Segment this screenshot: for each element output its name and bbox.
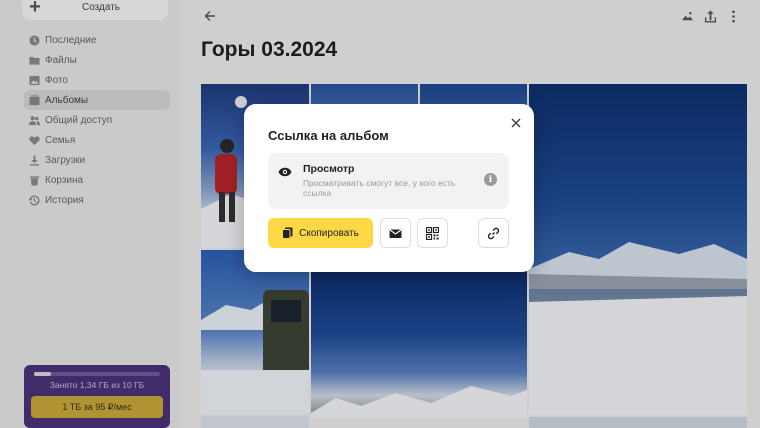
permission-title: Просмотр	[303, 163, 355, 175]
copy-label: Скопировать	[299, 227, 359, 239]
permission-description: Просматривать смогут все, у кого есть сс…	[303, 178, 456, 198]
mail-icon	[389, 229, 402, 238]
open-link-button[interactable]	[478, 218, 509, 248]
copy-link-button[interactable]: Скопировать	[268, 218, 373, 248]
copy-icon	[282, 227, 293, 239]
permission-selector[interactable]: Просмотр Просматривать смогут все, у ког…	[268, 153, 509, 209]
qr-code-icon	[426, 226, 439, 240]
link-icon	[487, 227, 500, 239]
info-icon[interactable]: i	[484, 173, 497, 186]
share-link-dialog: Ссылка на альбом Просмотр Просматривать …	[244, 104, 534, 272]
close-icon[interactable]	[510, 116, 522, 128]
share-qr-button[interactable]	[417, 218, 448, 248]
dialog-title: Ссылка на альбом	[268, 128, 389, 143]
eye-icon	[278, 165, 292, 179]
share-email-button[interactable]	[380, 218, 411, 248]
